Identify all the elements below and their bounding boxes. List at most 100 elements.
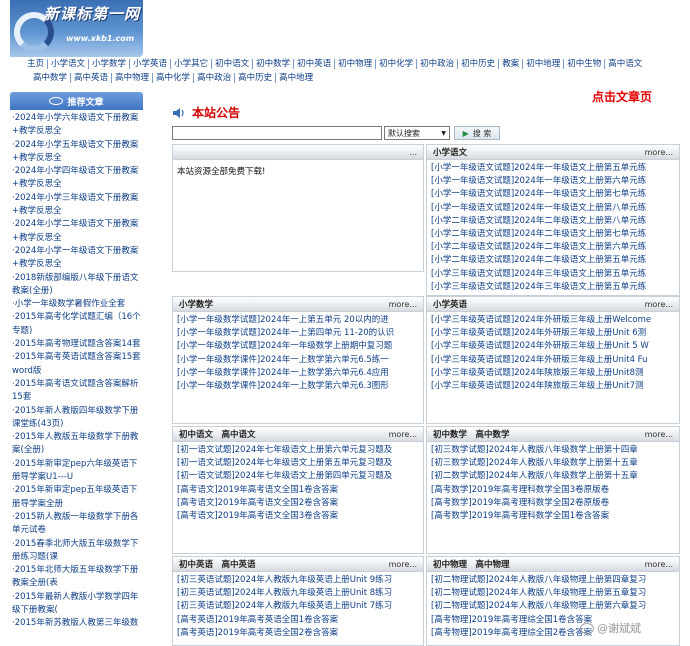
- article-link[interactable]: [初三英语试题]2024年人教版九年级英语上册Unit 8练习: [177, 587, 419, 600]
- nav-link[interactable]: 初中化学: [376, 58, 418, 69]
- article-link[interactable]: [高考语文]2019年高考语文全国2卷含答案: [177, 497, 419, 510]
- nav-link[interactable]: 初中语文: [212, 58, 254, 69]
- article-link[interactable]: [小学一年级数学试题]2024年一年级数学上册期中复习题: [177, 340, 419, 353]
- article-link[interactable]: [高考语文]2019年高考语文全国3卷含答案: [177, 510, 419, 523]
- sidebar-article-link[interactable]: ·2015年新人教版四年级数学下册课堂练(43页): [12, 405, 141, 432]
- sidebar-article-link[interactable]: ·2024年小学六年级语文下册教案+教学反思全: [12, 112, 141, 139]
- nav-link[interactable]: 高中英语: [71, 72, 113, 83]
- sidebar-article-link[interactable]: ·2024年小学五年级语文下册教案+教学反思全: [12, 139, 141, 166]
- article-link[interactable]: [初一语文试题]2024年七年级语文上册第四单元复习题及: [177, 470, 419, 483]
- nav-link[interactable]: 高中数学: [30, 72, 72, 83]
- article-link[interactable]: [小学二年级语文试题]2024年二年级语文上册第六单元练: [431, 241, 675, 254]
- article-link[interactable]: [初二物理试题]2024年人教版八年级物理上册第五章复习: [431, 587, 675, 600]
- nav-link[interactable]: 初中地理: [523, 58, 565, 69]
- sidebar-article-link[interactable]: ·2015年北师大版五年级数学下册教案全册(表: [12, 564, 141, 591]
- more-link[interactable]: more...: [389, 300, 417, 309]
- article-link[interactable]: [初二数学试题]2024年人教版八年级数学上册第十五章: [431, 470, 675, 483]
- article-link[interactable]: [小学一年级语文试题]2024年一年级语文上册第八单元练: [431, 202, 675, 215]
- sidebar-article-link[interactable]: ·2015年高考英语试题含答案15套word版: [12, 351, 141, 378]
- nav-link[interactable]: 高中语文: [605, 59, 645, 69]
- article-link[interactable]: [初三英语试题]2024年人教版九年级英语上册Unit 9练习: [177, 574, 419, 587]
- article-link[interactable]: [小学二年级语文试题]2024年二年级语文上册第五单元练: [431, 254, 675, 267]
- article-link[interactable]: [小学三年级英语试题]2024年外研版三年级上册Unit4 Fu: [431, 354, 675, 367]
- sidebar-article-link[interactable]: ·2024年小学三年级语文下册教案+教学反思全: [12, 192, 141, 219]
- more-link[interactable]: more...: [645, 300, 673, 309]
- nav-link[interactable]: 初中生物: [564, 58, 606, 69]
- more-link[interactable]: more...: [645, 560, 673, 569]
- nav-link[interactable]: 高中政治: [194, 72, 236, 83]
- search-type-select[interactable]: 默认搜索 ▼: [384, 126, 450, 140]
- article-link[interactable]: [小学一年级数学试题]2024年一上第四单元 11-20的认识: [177, 327, 419, 340]
- more-link[interactable]: more...: [645, 148, 673, 157]
- more-link[interactable]: more...: [389, 560, 417, 569]
- nav-link[interactable]: 高中化学: [153, 72, 195, 83]
- nav-link[interactable]: 小学语文: [48, 58, 90, 69]
- article-link[interactable]: [小学三年级语文试题]2024年三年级语文上册第五单元练: [431, 281, 675, 294]
- nav-link[interactable]: 高中历史: [235, 72, 277, 83]
- nav-link[interactable]: 高中物理: [112, 72, 154, 83]
- article-link[interactable]: [初一语文试题]2024年七年级语文上册第五单元复习题及: [177, 457, 419, 470]
- article-link[interactable]: [小学三年级英语试题]2024年陕旅版三年级上册Unit8测: [431, 367, 675, 380]
- article-link[interactable]: [小学一年级数学试题]2024年一上第五单元 20以内的进: [177, 314, 419, 327]
- sidebar-article-link[interactable]: ·2015年高考语文试题含答案解析15套: [12, 378, 141, 405]
- notice-more-link[interactable]: ...: [409, 148, 417, 157]
- article-link[interactable]: [小学一年级语文试题]2024年一年级语文上册第五单元练: [431, 162, 675, 175]
- article-link[interactable]: [小学三年级英语试题]2024年外研版三年级上册Welcome: [431, 314, 675, 327]
- notice-text: 本站资源全部免费下载!: [177, 167, 266, 177]
- article-link[interactable]: [小学一年级数学课件]2024年一上数学第六单元6.3图形: [177, 380, 419, 393]
- sidebar-article-link[interactable]: ·2018新版部编版八年级下册语文教案(全册): [12, 272, 141, 299]
- article-link[interactable]: [小学一年级语文试题]2024年一年级语文上册第七单元练: [431, 188, 675, 201]
- article-link[interactable]: [高考数学]2019年高考理科数学全国1卷含答案: [431, 510, 675, 523]
- article-link[interactable]: [小学三年级英语试题]2024年外研版三年级上册Unit 6测: [431, 327, 675, 340]
- nav-link[interactable]: 初中政治: [417, 58, 459, 69]
- marquee-text[interactable]: 点击文章页: [592, 88, 652, 105]
- article-link[interactable]: [高考数学]2019年高考理科数学全国3卷原版卷: [431, 484, 675, 497]
- nav-link[interactable]: 小学英语: [130, 58, 172, 69]
- more-link[interactable]: more...: [645, 430, 673, 439]
- nav-link[interactable]: 初中数学: [253, 58, 295, 69]
- sidebar-article-link[interactable]: ·2015年新苏教版人教第三年级数: [12, 617, 141, 630]
- nav-link[interactable]: 高中地理: [276, 73, 316, 83]
- article-link[interactable]: [小学一年级数学课件]2024年一上数学第六单元6.4应用: [177, 367, 419, 380]
- sidebar-article-link[interactable]: ·2015年人教版五年级数学下册教案(全册): [12, 431, 141, 458]
- nav-link[interactable]: 教案: [499, 58, 524, 69]
- nav-link[interactable]: 小学数学: [89, 58, 131, 69]
- nav-link[interactable]: 初中历史: [458, 58, 500, 69]
- search-button[interactable]: ▶ 搜 索: [454, 126, 500, 140]
- nav-link[interactable]: 初中物理: [335, 58, 377, 69]
- sidebar-article-link[interactable]: ·2015年新审定pep六年级英语下册导学案U1---U: [12, 458, 141, 485]
- article-link[interactable]: [小学三年级英语试题]2024年外研版三年级上册Unit 5 W: [431, 340, 675, 353]
- sidebar-article-link[interactable]: ·2015年高考物理试题含答案14套: [12, 338, 141, 351]
- article-link[interactable]: [小学二年级语文试题]2024年二年级语文上册第七单元练: [431, 228, 675, 241]
- sidebar-article-link[interactable]: ·2024年小学一年级语文下册教案+教学反思全: [12, 245, 141, 272]
- article-link[interactable]: [初三数学试题]2024年人教版八年级数学上册第十四章: [431, 444, 675, 457]
- sidebar-article-link[interactable]: ·2015春季北师大版五年级数学下册练习题(课: [12, 538, 141, 565]
- sidebar-article-link[interactable]: ·2015年最新人教版小学数学四年级下册教案(: [12, 591, 141, 618]
- article-link[interactable]: [高考英语]2019年高考英语全国2卷含答案: [177, 627, 419, 640]
- search-input[interactable]: [172, 126, 382, 140]
- article-link[interactable]: [小学一年级语文试题]2024年一年级语文上册第六单元练: [431, 175, 675, 188]
- nav-link[interactable]: 初中英语: [294, 58, 336, 69]
- more-link[interactable]: more...: [389, 430, 417, 439]
- article-link[interactable]: [小学一年级数学课件]2024年一上数学第六单元6.5练一: [177, 354, 419, 367]
- sidebar-article-link[interactable]: ·2024年小学四年级语文下册教案+教学反思全: [12, 165, 141, 192]
- nav-link[interactable]: 主页: [24, 58, 49, 69]
- article-link[interactable]: [小学三年级语文试题]2024年三年级语文上册第五单元练: [431, 268, 675, 281]
- sidebar-article-link[interactable]: ·2015年高考化学试题汇编（16个专题): [12, 311, 141, 338]
- article-link[interactable]: [高考英语]2019年高考英语全国1卷含答案: [177, 614, 419, 627]
- article-link[interactable]: [初二物理试题]2024年人教版八年级物理上册第六章复习: [431, 600, 675, 613]
- article-link[interactable]: [初二物理试题]2024年人教版八年级物理上册第四章复习: [431, 574, 675, 587]
- article-link[interactable]: [初三数学试题]2024年人教版八年级数学上册第十五章: [431, 457, 675, 470]
- nav-link[interactable]: 小学其它: [171, 58, 213, 69]
- article-link[interactable]: [高考数学]2019年高考理科数学全国2卷原版卷: [431, 497, 675, 510]
- article-link[interactable]: [小学三年级英语试题]2024年陕旅版三年级上册Unit7测: [431, 380, 675, 393]
- article-link[interactable]: [高考语文]2019年高考语文全国1卷含答案: [177, 484, 419, 497]
- article-link[interactable]: [初三英语试题]2024年人教版九年级英语上册Unit 7练习: [177, 600, 419, 613]
- article-link[interactable]: [初一语文试题]2024年七年级语文上册第六单元复习题及: [177, 444, 419, 457]
- sidebar-article-link[interactable]: ·2015新人教版一年级数学下册各单元试卷: [12, 511, 141, 538]
- article-link[interactable]: [小学二年级语文试题]2024年二年级语文上册第八单元练: [431, 215, 675, 228]
- site-logo[interactable]: 新课标第一网 www.xkb1.com: [10, 0, 143, 57]
- sidebar-article-link[interactable]: ·小学一年级数学暑假作业全套: [12, 298, 141, 311]
- sidebar-article-link[interactable]: ·2024年小学二年级语文下册教案+教学反思全: [12, 218, 141, 245]
- sidebar-article-link[interactable]: ·2015年新审定pep五年级英语下册导学案全册: [12, 484, 141, 511]
